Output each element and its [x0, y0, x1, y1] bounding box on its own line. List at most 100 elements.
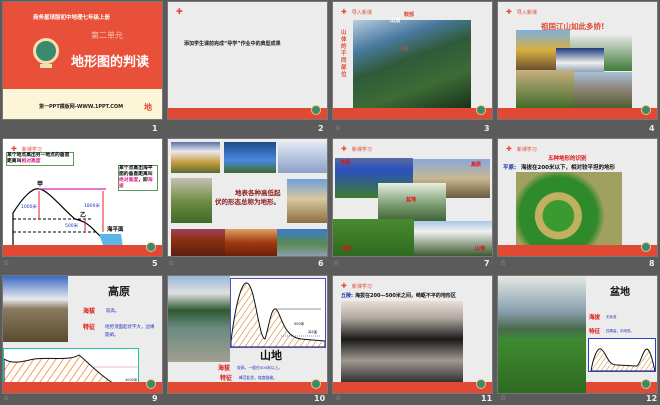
feature-key: 特征	[589, 329, 601, 335]
slide-title: 山地	[260, 349, 282, 362]
globe-icon	[311, 105, 321, 115]
slide-title: 高原	[108, 285, 130, 298]
slide-number: 7	[484, 259, 490, 268]
photo-terrace	[516, 70, 574, 109]
slide-number: 10	[314, 394, 326, 403]
slide-number: 6	[318, 259, 324, 268]
slide-thumbnail-10[interactable]: 500米 海平面 山地 海拔 较高，一般在500米以上。 特征 峰峦起伏，坡度陡…	[167, 275, 328, 394]
label-basin: 盆地	[406, 197, 417, 203]
transition-star-icon[interactable]: ☆	[168, 259, 174, 267]
label-hill: 丘陵	[341, 246, 352, 252]
hills-photo	[341, 301, 463, 386]
label-mountain: 山地	[475, 246, 486, 252]
slide-thumbnail-12[interactable]: 盆地 海拔 无标准 特征 四周高，中间低。	[497, 275, 658, 394]
feature-value: 峰峦起伏，坡度陡峻。	[239, 375, 277, 380]
point-yi: 乙	[80, 212, 87, 219]
slide-text: 添加学生课前完成“导学”作业中的典型成果	[184, 41, 281, 47]
slide-thumbnail-7[interactable]: ✚ 新课学习 平原 高原 盆地 丘陵 山地	[332, 138, 493, 257]
slide-thumbnail-2[interactable]: ✚ 添加学生课前完成“导学”作业中的典型成果	[167, 1, 328, 120]
bullet-icon: ✚	[341, 145, 347, 153]
slide-number: 3	[484, 124, 490, 133]
photo-7	[225, 229, 277, 256]
photo-4	[171, 178, 212, 223]
feature-key: 特征	[83, 324, 96, 331]
slide-thumbnail-9[interactable]: 高原 海拔 较高。 特征 地势顶面起伏不大，边缘陡峭。 4000米	[2, 275, 163, 394]
slide-number: 9	[152, 394, 158, 403]
mountain-photo	[168, 276, 230, 362]
photo-basin	[378, 183, 446, 223]
height-500: 500米	[65, 224, 79, 229]
altitude-key: 海拔	[218, 365, 231, 372]
globe-icon	[476, 105, 486, 115]
publisher-text: 商务星球版初中地理七年级上册	[33, 15, 111, 21]
bullet-icon: ✚	[341, 282, 347, 290]
title-text: 地形图的判读	[71, 55, 150, 70]
sea-level-label: 海平面	[107, 227, 124, 233]
globe-icon	[476, 379, 486, 389]
transition-star-icon[interactable]: ☆	[3, 259, 9, 267]
altitude-key: 海拔	[83, 308, 96, 315]
mountain-photo	[353, 20, 471, 109]
term-label: 平原:	[503, 165, 517, 171]
term-desc: 海拔在200—500米之间，崎岖不平的地形区	[355, 293, 456, 299]
slide-number: 8	[649, 259, 655, 268]
slide-thumbnail-1[interactable]: 商务星球版初中地理七年级上册 第二单元 地形图的判读 第一PPT模板网-WWW.…	[2, 1, 163, 120]
slide-thumbnail-5[interactable]: ✚ 新课学习 某个地点高出另一地点的垂直距离叫相对高度 某个点高出海平面的垂直距离…	[2, 138, 163, 257]
photo-3	[278, 142, 327, 173]
globe-icon	[641, 105, 651, 115]
plain-photo	[516, 172, 622, 245]
slide-title: 五种地形的识别	[548, 156, 587, 162]
slide-number: 1	[152, 124, 158, 133]
transition-star-icon[interactable]: ☆	[500, 259, 506, 267]
height-1800: 1800米	[84, 204, 100, 209]
relative-height-box: 某个地点高出另一地点的垂直距离叫相对高度	[6, 152, 74, 166]
slide-thumbnail-3[interactable]: ✚ 导入新课 山体的不同部位 鞍部 山顶 山谷	[332, 1, 493, 120]
slide-thumbnail-11[interactable]: ✚ 新课学习 丘陵: 海拔在200—500米之间，崎岖不平的地形区	[332, 275, 493, 394]
transition-star-icon[interactable]: ☆	[333, 259, 339, 267]
label-peak: 山顶	[390, 18, 401, 24]
feature-value: 四周高，中间低。	[606, 329, 634, 333]
side-label: 山体的不同部位	[341, 30, 347, 78]
altitude-value: 较高，一般在500米以上。	[237, 365, 283, 370]
altitude-value: 无标准	[606, 315, 617, 319]
unit-text: 第二单元	[91, 31, 123, 40]
photo-5	[287, 179, 327, 223]
globe-icon	[311, 379, 321, 389]
transition-star-icon[interactable]: ☆	[335, 394, 341, 402]
height-1000: 1000米	[21, 205, 37, 210]
slide-header: ✚ 新课学习	[506, 145, 537, 153]
slide-header: ✚ 导入新课	[341, 8, 372, 16]
slide-header: ✚ 新课学习	[341, 145, 372, 153]
photo-rocky	[574, 72, 632, 109]
slide-thumbnail-8[interactable]: ✚ 新课学习 五种地形的识别 平原: 海拔在200米以下，相对较平坦的地形	[497, 138, 658, 257]
globe-icon	[641, 379, 651, 389]
slide-title: 盆地	[610, 287, 630, 298]
bullet-icon: ✚	[176, 7, 183, 16]
altitude-value: 较高。	[106, 309, 120, 314]
bullet-icon: ✚	[506, 145, 512, 153]
bullet-icon: ✚	[341, 8, 347, 16]
term-desc: 海拔在200米以下，相对较平坦的地形	[521, 165, 615, 171]
slide-number: 2	[318, 124, 324, 133]
transition-star-icon[interactable]: ☆	[500, 394, 506, 402]
slide-header: ✚ 导入新课	[506, 8, 537, 16]
basin-photo	[498, 276, 586, 393]
absolute-height-box: 某个点高出海平面的垂直距离叫绝对高度，即海拔	[118, 165, 158, 191]
slide-number: 12	[646, 394, 658, 403]
transition-star-icon[interactable]: ☆	[3, 394, 9, 402]
globe-icon	[33, 38, 59, 64]
footer-text: 第一PPT模板网-WWW.1PPT.COM	[39, 104, 124, 110]
globe-stand	[40, 64, 52, 68]
altitude-key: 海拔	[589, 315, 601, 321]
globe-icon	[146, 242, 156, 252]
slide-text: 地表各种高低起伏的形态总称为地形。	[215, 189, 281, 206]
photo-1	[171, 142, 220, 173]
globe-icon	[146, 379, 156, 389]
basin-profile	[588, 338, 656, 372]
slide-thumbnail-6[interactable]: 地表各种高低起伏的形态总称为地形。	[167, 138, 328, 257]
plateau-photo	[3, 276, 68, 342]
term-label: 丘陵:	[341, 293, 353, 299]
slide-thumbnail-4[interactable]: ✚ 导入新课 祖国江山如此多娇!	[497, 1, 658, 120]
transition-star-icon[interactable]: ☆	[335, 124, 341, 132]
feature-value: 地势顶面起伏不大，边缘陡峭。	[105, 325, 155, 338]
